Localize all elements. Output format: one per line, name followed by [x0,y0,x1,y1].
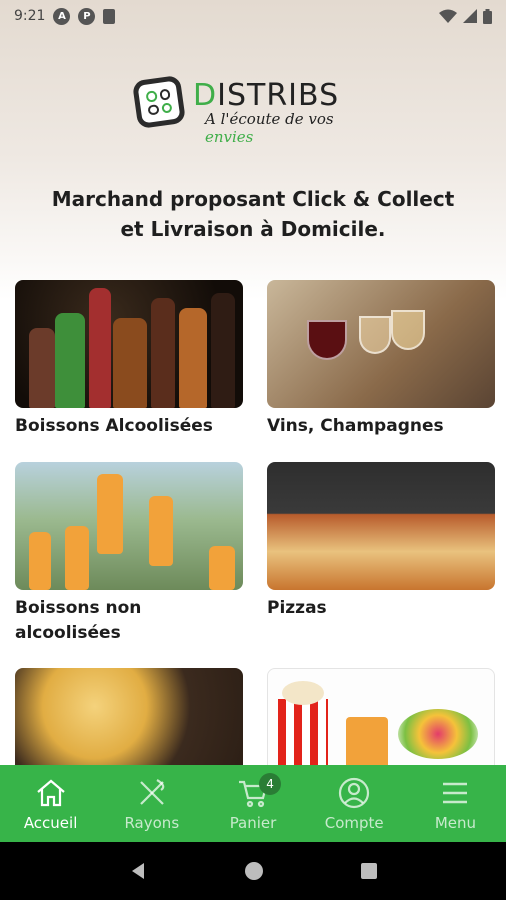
category-card-vins-champagnes[interactable]: Vins, Champagnes [267,280,495,439]
system-navigation-bar [0,842,506,900]
category-label: Boissons Alcoolisées [15,416,213,436]
nav-rayons[interactable]: Rayons [101,765,202,842]
category-card-boissons-non-alcoolisees[interactable]: Boissons non alcoolisées [15,462,243,646]
status-time: 9:21 [14,8,46,24]
category-image-wine [267,280,495,408]
back-icon[interactable] [128,861,148,881]
brand-tagline: A l'écoute de vos envies [205,110,334,146]
page-headline: Marchand proposant Click & Collect et Li… [51,187,455,241]
category-image-alcohol [15,280,243,408]
category-card-pizzas[interactable]: Pizzas [267,462,495,621]
recents-icon[interactable] [360,862,378,880]
status-bar: 9:21 A P [0,0,506,32]
home-circle-icon[interactable] [244,861,264,881]
app-p-icon: P [78,7,96,25]
category-label: Boissons non alcoolisées [15,598,142,643]
brand-logo: DISTRIBS A l'écoute de vos envies [131,74,375,146]
nav-compte[interactable]: Compte [304,765,405,842]
account-icon [339,777,370,808]
nav-accueil[interactable]: Accueil [0,765,101,842]
nav-panier[interactable]: 4 Panier [202,765,303,842]
category-label: Vins, Champagnes [267,416,444,436]
wifi-icon [439,9,457,23]
sd-card-icon [103,8,116,24]
utensils-icon [140,778,165,805]
cart-count-badge: 4 [259,773,282,795]
brand-name: DISTRIBS [193,78,340,113]
menu-icon [443,782,468,803]
nav-menu[interactable]: Menu [405,765,506,842]
category-image-pizza [267,462,495,590]
signal-icon [463,9,477,23]
home-icon [36,779,65,806]
category-label: Pizzas [267,598,327,618]
battery-icon [483,8,492,24]
category-image-soft-drinks [15,462,243,590]
logo-mark-icon [131,74,187,130]
category-card-boissons-alcoolisees[interactable]: Boissons Alcoolisées [15,280,243,439]
app-a-icon: A [53,7,71,25]
bottom-navigation: Accueil Rayons 4 Panier Compte Menu [0,765,506,842]
